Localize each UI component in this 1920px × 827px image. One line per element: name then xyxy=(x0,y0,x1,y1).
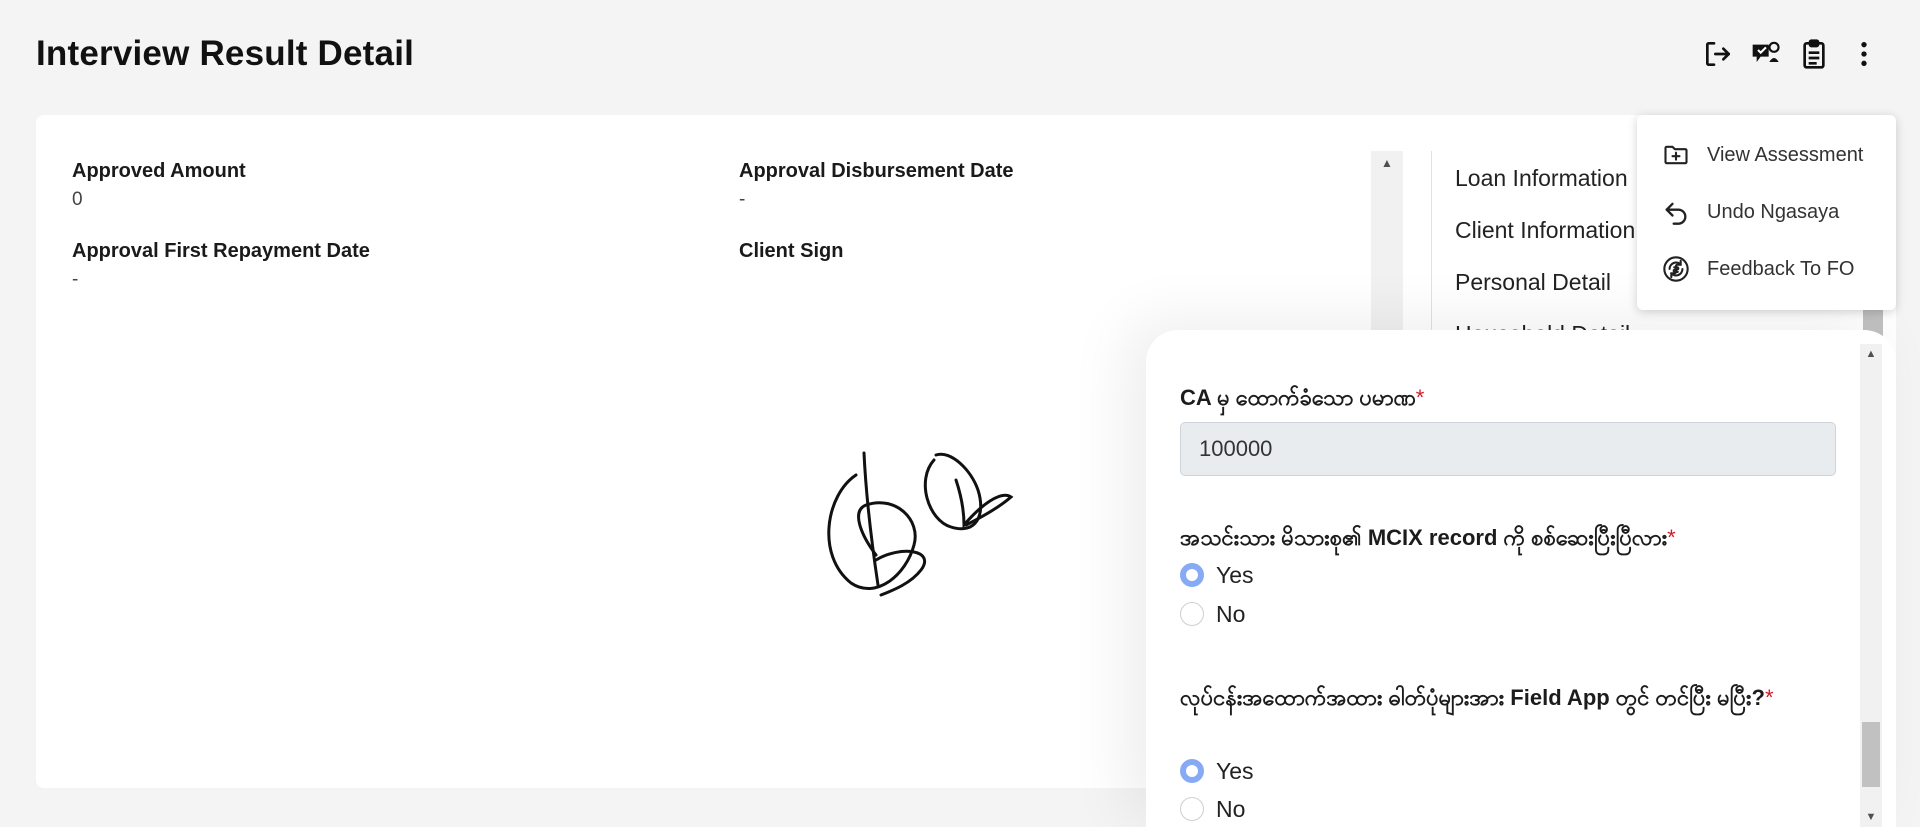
radio-checked-icon[interactable] xyxy=(1180,759,1204,783)
client-sign-field: Client Sign xyxy=(739,240,843,263)
client-signature-image xyxy=(827,451,1014,597)
form-scrollbar[interactable]: ▲ ▼ xyxy=(1860,344,1882,827)
menu-item-label: Feedback To FO xyxy=(1707,257,1855,280)
radio-checked-icon[interactable] xyxy=(1180,563,1204,587)
required-mark: * xyxy=(1415,385,1425,410)
mcix-record-yes-option[interactable]: Yes xyxy=(1180,560,1254,590)
scroll-down-arrow-icon[interactable]: ▼ xyxy=(1860,807,1882,827)
approval-disbursement-date-label: Approval Disbursement Date xyxy=(739,160,1014,182)
radio-label: Yes xyxy=(1216,561,1254,588)
form-scrollbar-thumb[interactable] xyxy=(1862,722,1880,787)
client-sign-label: Client Sign xyxy=(739,240,844,262)
menu-item-feedback-to-fo[interactable]: Feedback To FO xyxy=(1637,244,1896,294)
clipboard-icon[interactable] xyxy=(1796,36,1832,72)
nav-item-client-information[interactable]: Client Information xyxy=(1455,217,1635,244)
ca-amount-question: CA မှ ထောက်ခံသော ပမာဏ* xyxy=(1180,380,1820,416)
menu-item-label: View Assessment xyxy=(1707,143,1864,166)
undo-icon xyxy=(1661,197,1691,227)
scroll-up-arrow-icon[interactable]: ▲ xyxy=(1371,153,1403,173)
radio-unchecked-icon[interactable] xyxy=(1180,602,1204,626)
field-app-photos-no-option[interactable]: No xyxy=(1180,794,1245,824)
approval-first-repayment-date-field: Approval First Repayment Date - xyxy=(72,240,370,291)
approval-first-repayment-date-label: Approval First Repayment Date xyxy=(72,240,370,262)
feedback-icon[interactable] xyxy=(1748,36,1784,72)
menu-item-view-assessment[interactable]: View Assessment xyxy=(1637,130,1896,180)
approval-disbursement-date-field: Approval Disbursement Date - xyxy=(739,160,1014,211)
field-app-photos-label: လုပ်ငန်းအထောက်အထား ဓါတ်ပုံများအား Field … xyxy=(1180,685,1765,710)
mcix-record-label: အသင်းသား မိသားစု၏ MCIX record ကို စစ်ဆေး… xyxy=(1180,525,1668,550)
logout-icon[interactable] xyxy=(1700,36,1736,72)
mcix-record-no-option[interactable]: No xyxy=(1180,599,1245,629)
ca-amount-input[interactable] xyxy=(1180,422,1836,476)
approved-amount-label: Approved Amount xyxy=(72,160,246,182)
required-mark: * xyxy=(1764,685,1774,710)
menu-item-label: Undo Ngasaya xyxy=(1707,200,1840,223)
field-app-photos-question: လုပ်ငန်းအထောက်အထား ဓါတ်ပုံများအား Field … xyxy=(1180,680,1820,716)
more-vertical-icon[interactable] xyxy=(1846,36,1882,72)
approval-disbursement-date-value: - xyxy=(739,189,746,210)
page-title: Interview Result Detail xyxy=(36,34,415,73)
nav-item-loan-information[interactable]: Loan Information xyxy=(1455,165,1628,192)
radio-unchecked-icon[interactable] xyxy=(1180,797,1204,821)
mcix-record-question: အသင်းသား မိသားစု၏ MCIX record ကို စစ်ဆေး… xyxy=(1180,520,1820,556)
radio-label: No xyxy=(1216,795,1246,822)
radio-label: No xyxy=(1216,600,1246,627)
more-actions-menu: View Assessment Undo Ngasaya Feedback To… xyxy=(1637,115,1896,310)
menu-item-undo-ngasaya[interactable]: Undo Ngasaya xyxy=(1637,187,1896,237)
nav-item-personal-detail[interactable]: Personal Detail xyxy=(1455,269,1611,296)
scroll-up-arrow-icon[interactable]: ▲ xyxy=(1860,344,1882,364)
approval-first-repayment-date-value: - xyxy=(72,269,79,290)
field-app-photos-yes-option[interactable]: Yes xyxy=(1180,756,1254,786)
ca-amount-label: CA မှ ထောက်ခံသော ပမာဏ xyxy=(1180,385,1416,410)
approved-amount-value: 0 xyxy=(72,189,83,210)
approved-amount-field: Approved Amount 0 xyxy=(72,160,246,211)
assessment-form-panel: CA မှ ထောက်ခံသော ပမာဏ* အသင်းသား မိသားစု၏… xyxy=(1146,330,1896,827)
refresh-dollar-icon xyxy=(1661,254,1691,284)
required-mark: * xyxy=(1667,525,1676,550)
radio-label: Yes xyxy=(1216,757,1254,784)
folder-plus-icon xyxy=(1661,140,1691,170)
